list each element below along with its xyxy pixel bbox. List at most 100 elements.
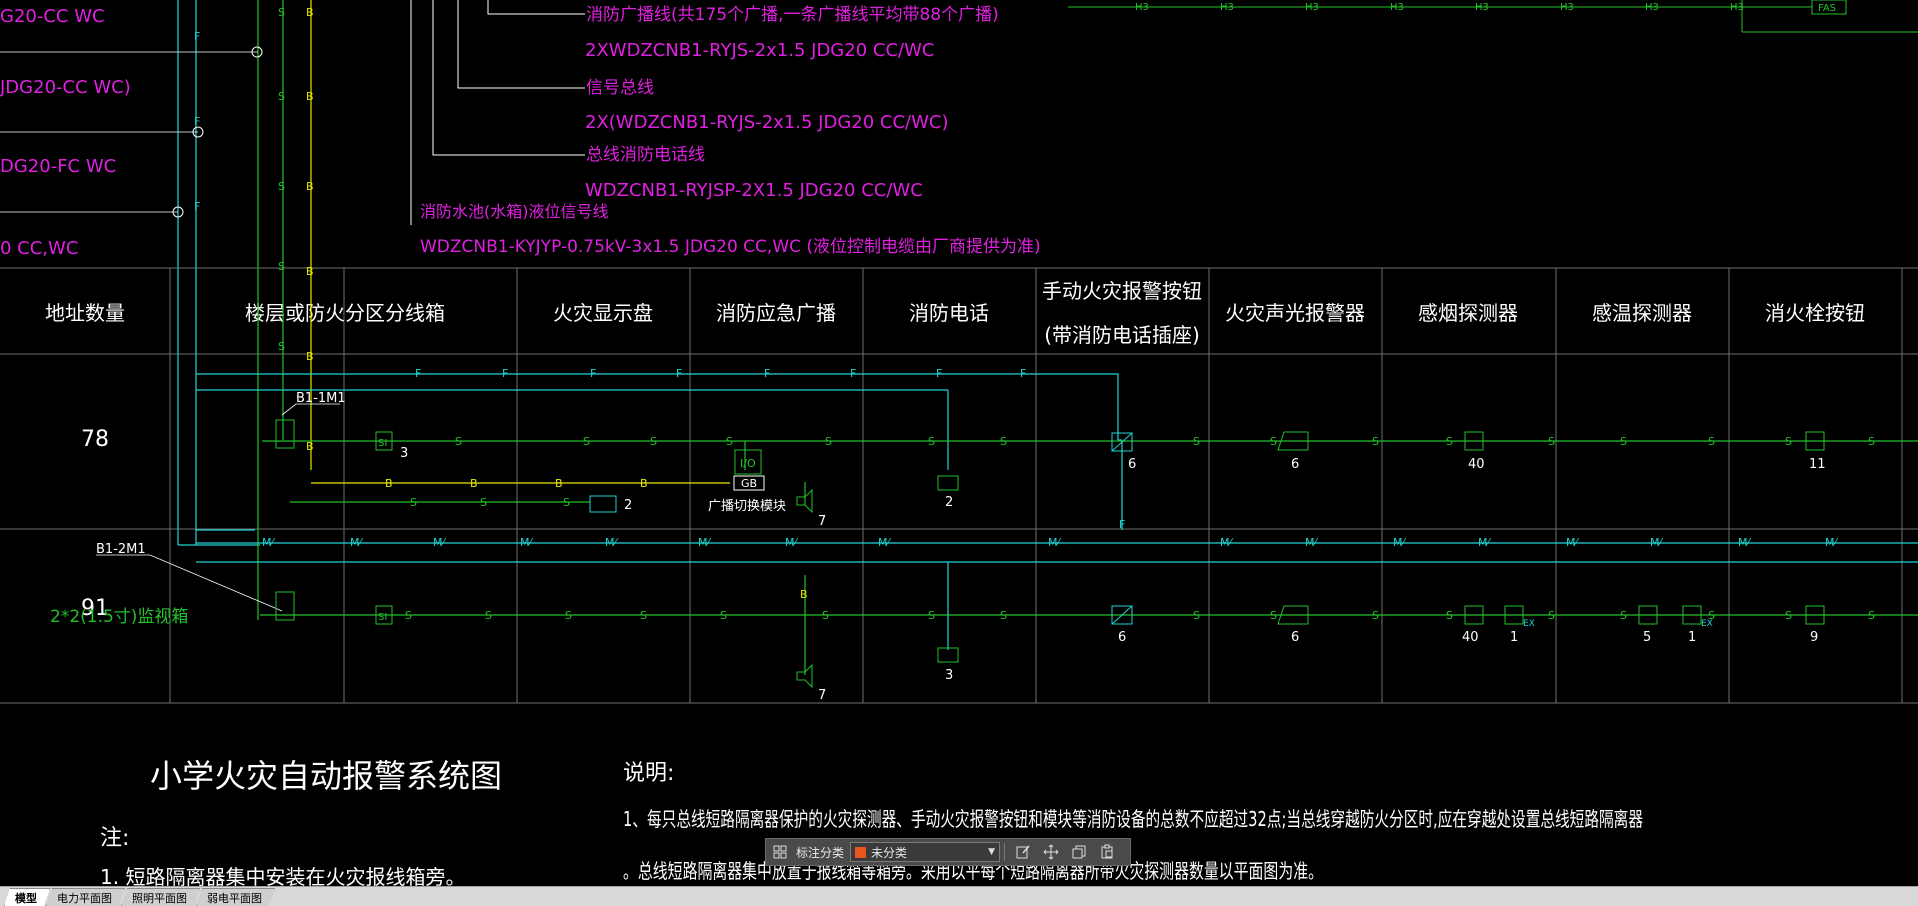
bus-letter-b: B bbox=[306, 6, 314, 19]
bus-letter-s: S bbox=[1372, 609, 1379, 622]
bus-letter-h3: H3 bbox=[1730, 2, 1744, 13]
bus-letter-s: S bbox=[1785, 609, 1792, 622]
bus-letter-s: S bbox=[1270, 435, 1277, 448]
column-header: 地址数量 bbox=[45, 301, 125, 325]
bus-letter-h3: H3 bbox=[1135, 2, 1149, 13]
bus-letter-h3: H3 bbox=[1220, 2, 1234, 13]
top-left-label: G20-CC WC bbox=[0, 6, 105, 27]
device-count: 3 bbox=[945, 668, 953, 683]
module-tag-row1: B1-1M1 bbox=[296, 391, 346, 406]
bus-letter-b: B bbox=[306, 90, 314, 103]
bus-letter-s: S bbox=[1620, 609, 1627, 622]
column-header: 感温探测器 bbox=[1592, 301, 1692, 325]
bus-letter-h3: H3 bbox=[1560, 2, 1574, 13]
category-color-swatch bbox=[855, 846, 867, 858]
category-select[interactable]: 未分类 ▼ bbox=[850, 842, 1001, 862]
h3-bus-line: FAS bbox=[1068, 0, 1918, 33]
toolbar-divider bbox=[1004, 843, 1006, 861]
fas-box[interactable] bbox=[275, 419, 295, 449]
column-header: 火灾声光报警器 bbox=[1225, 301, 1365, 325]
drawing-title: 小学火灾自动报警系统图 bbox=[150, 757, 502, 795]
column-header: 消防应急广播 bbox=[716, 301, 836, 325]
column-header-sub: (带消防电话插座) bbox=[1044, 323, 1200, 347]
tab-low-voltage-plan[interactable]: 弱电平面图 bbox=[196, 888, 275, 906]
bus-letter-s: S bbox=[455, 435, 462, 448]
bus-letter-s: S bbox=[640, 609, 647, 622]
fas-label: FAS bbox=[1818, 3, 1836, 14]
ex-label: EX bbox=[1523, 619, 1535, 629]
bus-letter-b: B bbox=[555, 477, 563, 490]
bus-letter-s: S bbox=[1785, 435, 1792, 448]
tab-power-plan[interactable]: 电力平面图 bbox=[46, 888, 125, 906]
explain-line: 1、每只总线短路隔离器保护的火灾探测器、手动火灾报警按钮和模块等消防设备的总数不… bbox=[623, 807, 1643, 831]
tab-lighting-plan[interactable]: 照明平面图 bbox=[121, 888, 200, 906]
cable-spec-title: 总线消防电话线 bbox=[586, 145, 705, 165]
bus-letter-s: S bbox=[1193, 609, 1200, 622]
bus-letter-b: B bbox=[640, 477, 648, 490]
si-label: SI bbox=[378, 612, 387, 623]
move-icon[interactable] bbox=[1037, 839, 1065, 865]
note-label: 注: bbox=[100, 826, 129, 851]
cable-spec: 2XWDZCNB1-RYJS-2x1.5 JDG20 CC/WC bbox=[585, 40, 934, 61]
table-grid bbox=[0, 267, 1918, 704]
grid-icon[interactable] bbox=[766, 839, 794, 865]
bus-letter-s: S bbox=[1446, 609, 1453, 622]
chevron-down-icon: ▼ bbox=[988, 847, 996, 857]
bus-letter-b: B bbox=[470, 477, 478, 490]
bus-letter-h3: H3 bbox=[1475, 2, 1489, 13]
column-header: 楼层或防火分区分线箱 bbox=[245, 301, 445, 325]
edit-icon[interactable] bbox=[1009, 839, 1037, 865]
bus-letter-s: S bbox=[1000, 435, 1007, 448]
device-count: 6 bbox=[1291, 630, 1299, 645]
device-count: 1 bbox=[1510, 630, 1518, 645]
cable-spec-title: 信号总线 bbox=[586, 78, 654, 98]
cable-spec: 2X(WDZCNB1-RYJS-2x1.5 JDG20 CC/WC) bbox=[585, 112, 949, 133]
bus-letter-s: S bbox=[278, 260, 285, 273]
column-header: 感烟探测器 bbox=[1418, 301, 1518, 325]
device-count: 6 bbox=[1291, 457, 1299, 472]
bus-letter-s: S bbox=[278, 6, 285, 19]
si-label: SI bbox=[378, 438, 387, 449]
bus-letter-h3: H3 bbox=[1645, 2, 1659, 13]
paste-icon[interactable] bbox=[1093, 839, 1121, 865]
category-value: 未分类 bbox=[871, 845, 908, 860]
bus-letter-f: F bbox=[676, 367, 682, 380]
bus-letter-s: S bbox=[278, 340, 285, 353]
bus-letter-s: S bbox=[1868, 435, 1875, 448]
bus-letter-b: B bbox=[306, 180, 314, 193]
bus-letter-s: S bbox=[1708, 609, 1715, 622]
row1-address-count: 78 bbox=[81, 427, 109, 452]
device-count: 2 bbox=[624, 498, 632, 513]
fas-box[interactable] bbox=[275, 591, 295, 621]
monitor-box-label: 2*2(1.5寸)监视箱 bbox=[50, 607, 188, 627]
top-left-label: 0 CC,WC bbox=[0, 238, 78, 259]
tab-model[interactable]: 模型 bbox=[4, 888, 50, 906]
bus-letter-f: F bbox=[194, 115, 200, 128]
bus-letter-s: S bbox=[410, 496, 417, 509]
fire-display-panel[interactable] bbox=[589, 495, 617, 513]
bus-letter-f: F bbox=[1020, 367, 1026, 380]
phone-icon[interactable] bbox=[937, 475, 959, 491]
category-label: 标注分类 bbox=[796, 845, 845, 860]
phone-icon[interactable] bbox=[937, 647, 959, 663]
device-count: 2 bbox=[945, 495, 953, 510]
device-count: 40 bbox=[1468, 457, 1485, 472]
io-label: I/O bbox=[740, 457, 756, 470]
bus-letter-s: S bbox=[726, 435, 733, 448]
bus-letter-s: S bbox=[1868, 609, 1875, 622]
device-count: 1 bbox=[1688, 630, 1696, 645]
gb-label: GB bbox=[741, 477, 757, 490]
bus-letter-f: F bbox=[764, 367, 770, 380]
bus-letter-s: S bbox=[1000, 609, 1007, 622]
bus-letter-s: S bbox=[1708, 435, 1715, 448]
copy-icon[interactable] bbox=[1065, 839, 1093, 865]
bus-letter-b: B bbox=[800, 588, 808, 601]
device-count: 40 bbox=[1462, 630, 1479, 645]
cable-spec-title: 消防广播线(共175个广播,一条广播线平均带88个广播) bbox=[586, 5, 999, 25]
cable-spec: WDZCNB1-RYJSP-2X1.5 JDG20 CC/WC bbox=[585, 180, 923, 201]
device-count: 7 bbox=[818, 514, 826, 529]
device-count: 5 bbox=[1643, 630, 1651, 645]
cad-drawing-canvas[interactable]: G20-CC WC JDG20-CC WC) DG20-FC WC 0 CC,W… bbox=[0, 0, 1918, 886]
module-tag-row2: B1-2M1 bbox=[96, 542, 146, 557]
bus-letter-f: F bbox=[850, 367, 856, 380]
